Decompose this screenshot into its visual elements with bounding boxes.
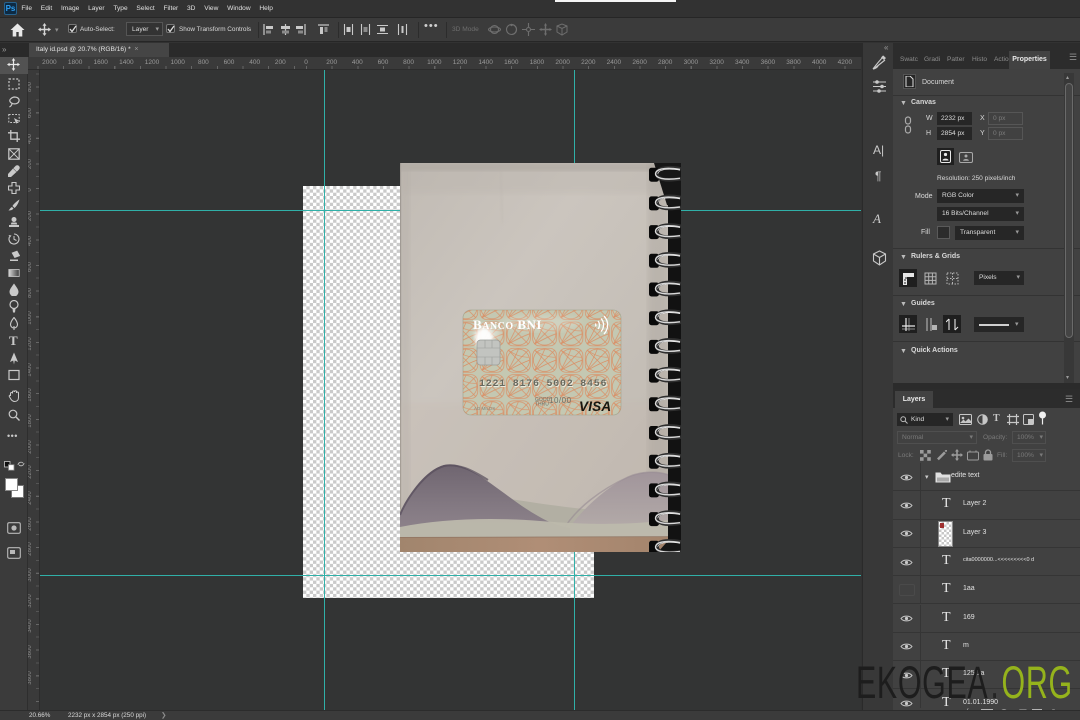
svg-text:10/00: 10/00 (549, 396, 572, 405)
svg-text:1221 8176 5002 8456: 1221 8176 5002 8456 (479, 379, 607, 390)
svg-text:VISA: VISA (579, 399, 611, 414)
svg-text:AD MILDS: AD MILDS (474, 406, 495, 411)
